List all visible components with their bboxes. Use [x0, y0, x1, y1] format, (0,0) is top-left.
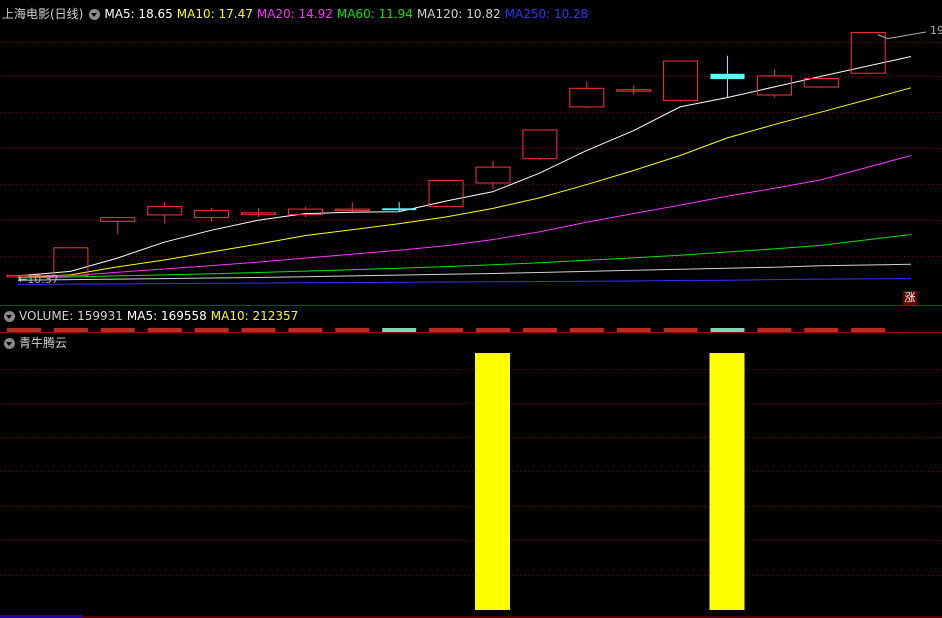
volume-bar	[663, 328, 698, 332]
volume-value: VOLUME: 159931	[19, 309, 123, 323]
volume-bar	[53, 328, 88, 332]
low-price-value: 10.37	[27, 273, 59, 286]
volume-bar	[100, 328, 135, 332]
volume-bar	[7, 328, 41, 332]
volume-bar	[569, 328, 604, 332]
candle-body	[428, 179, 464, 207]
ma120-line	[17, 263, 912, 281]
candle-body	[803, 78, 839, 88]
indicator-title: 青牛腾云	[19, 336, 68, 350]
volume-bar	[804, 328, 839, 332]
main-chart-legend: 上海电影(日线) MA5: 18.65 MA10: 17.47 MA20: 14…	[2, 6, 592, 22]
ma10-value: MA10: 17.47	[176, 7, 253, 21]
high-price-value: 19.	[930, 24, 942, 37]
ma120-value: MA120: 10.82	[416, 7, 501, 21]
candle-body	[194, 209, 230, 219]
ma250-value: MA250: 10.28	[504, 7, 589, 21]
indicator-bar	[475, 353, 510, 610]
chevron-down-icon[interactable]	[89, 8, 101, 20]
candle-body	[710, 73, 745, 80]
volume-bar	[194, 328, 229, 332]
candle-body	[663, 60, 699, 101]
volume-bar	[757, 328, 792, 332]
volume-ma10-value: MA10: 212357	[210, 309, 299, 323]
chart-title: 上海电影(日线)	[2, 7, 84, 21]
candle-body	[756, 75, 792, 96]
rise-badge: 涨	[903, 291, 917, 305]
indicator-legend: 青牛腾云	[2, 335, 71, 351]
low-price-label: ←10.37	[18, 273, 59, 286]
ma250-line	[17, 278, 912, 285]
volume-bar	[851, 328, 886, 332]
high-price-label: 19.	[930, 24, 942, 37]
volume-bar	[382, 328, 417, 332]
indicator-bar	[709, 353, 745, 610]
chevron-down-icon[interactable]	[4, 310, 15, 322]
volume-bar	[710, 328, 745, 332]
ma5-value: MA5: 18.65	[104, 7, 173, 21]
candle-body	[569, 87, 605, 108]
volume-bar	[147, 328, 182, 332]
volume-bar	[288, 328, 323, 332]
volume-legend: VOLUME: 159931 MA5: 169558 MA10: 212357	[2, 308, 302, 324]
ma60-value: MA60: 11.94	[336, 7, 413, 21]
ma20-line	[17, 155, 912, 279]
candle-body	[147, 205, 183, 216]
ma20-value: MA20: 14.92	[256, 7, 333, 21]
volume-bar	[335, 328, 370, 332]
volume-bar	[241, 328, 276, 332]
chevron-down-icon[interactable]	[4, 337, 15, 349]
candle-body	[850, 32, 886, 74]
candle-body	[522, 129, 558, 160]
candle-body	[100, 217, 136, 222]
volume-bar	[476, 328, 510, 332]
volume-ma5-value: MA5: 169558	[126, 309, 207, 323]
candle-body	[382, 208, 417, 211]
volume-bar	[522, 328, 557, 332]
candle-body	[475, 166, 511, 184]
volume-bar	[429, 328, 464, 332]
volume-bar	[616, 328, 651, 332]
